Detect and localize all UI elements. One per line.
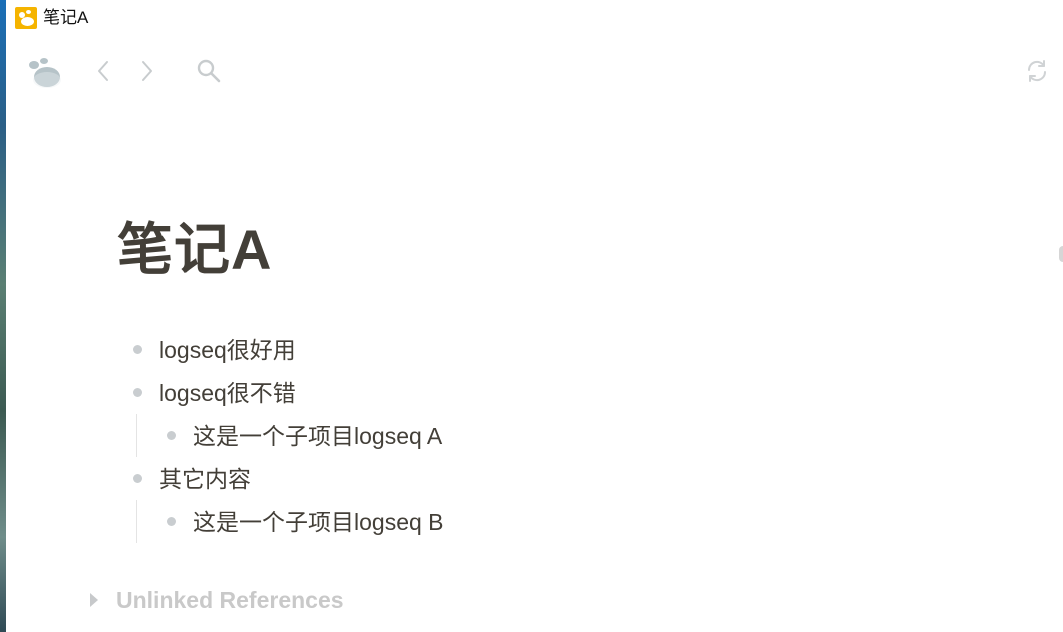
block-content[interactable]: 其它内容 <box>159 464 251 494</box>
block-bullet[interactable] <box>133 474 142 483</box>
unlinked-references-label: Unlinked References <box>116 586 344 613</box>
logseq-logo-icon <box>29 58 61 88</box>
block: logseq很好用 <box>124 328 944 371</box>
page-title[interactable]: 笔记A <box>117 216 272 284</box>
child-block: 这是一个子项目logseq B <box>157 500 944 543</box>
block-bullet[interactable] <box>133 345 142 354</box>
chevron-left-icon <box>98 61 108 81</box>
block-row: 其它内容 <box>124 457 944 500</box>
app-window: 笔记A 笔记A logseq很好用 logseq很不错 这是一个子项目logse… <box>6 0 1063 632</box>
chevron-right-icon <box>142 61 152 81</box>
block-row: 这是一个子项目logseq A <box>157 414 944 457</box>
back-button[interactable] <box>90 56 116 86</box>
page-blocks: logseq很好用 logseq很不错 这是一个子项目logseq A 其它内容… <box>124 328 944 543</box>
caret-right-icon <box>90 593 98 607</box>
sync-icon <box>1027 60 1047 82</box>
block: logseq很不错 这是一个子项目logseq A <box>124 371 944 457</box>
child-block: 这是一个子项目logseq A <box>157 414 944 457</box>
window-title: 笔记A <box>43 8 89 27</box>
block-row: logseq很不错 <box>124 371 944 414</box>
block-children: 这是一个子项目logseq B <box>136 500 944 543</box>
block-content[interactable]: logseq很不错 <box>159 378 296 408</box>
logseq-app-icon <box>15 7 37 29</box>
title-bar: 笔记A <box>6 0 1063 36</box>
left-sidebar-toggle-button[interactable] <box>24 54 66 92</box>
right-sidebar-handle[interactable] <box>1059 246 1063 262</box>
block-bullet[interactable] <box>133 388 142 397</box>
block-row: logseq很好用 <box>124 328 944 371</box>
block-content[interactable]: 这是一个子项目logseq A <box>193 421 442 451</box>
block-content[interactable]: 这是一个子项目logseq B <box>193 507 444 537</box>
block-bullet[interactable] <box>167 517 176 526</box>
forward-button[interactable] <box>134 56 160 86</box>
block-children: 这是一个子项目logseq A <box>136 414 944 457</box>
block-bullet[interactable] <box>167 431 176 440</box>
sync-button[interactable] <box>1022 56 1052 86</box>
block-row: 这是一个子项目logseq B <box>157 500 944 543</box>
unlinked-references-toggle[interactable]: Unlinked References <box>90 585 344 615</box>
block: 其它内容 这是一个子项目logseq B <box>124 457 944 543</box>
search-button[interactable] <box>194 56 224 86</box>
block-content[interactable]: logseq很好用 <box>159 335 296 365</box>
search-icon <box>197 59 221 83</box>
